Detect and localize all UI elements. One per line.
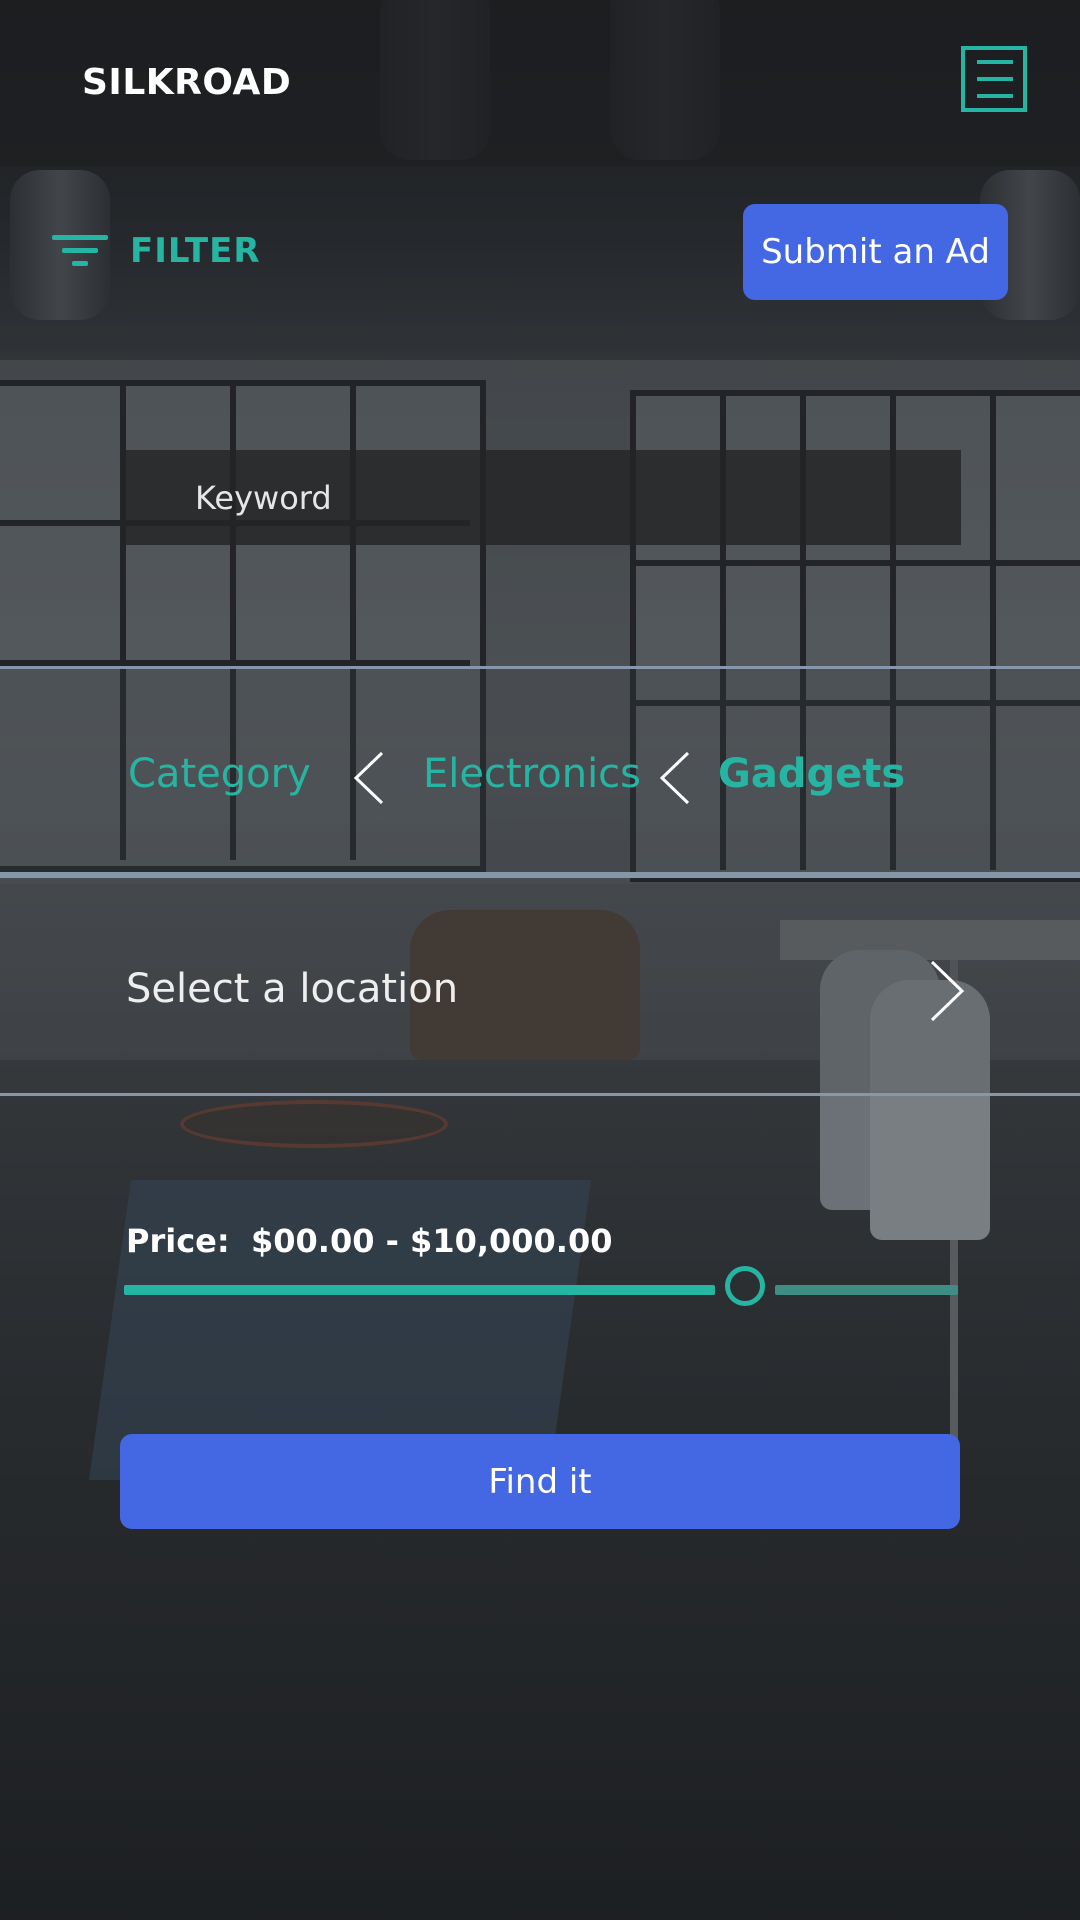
crumb-electronics[interactable]: Electronics (423, 751, 641, 797)
crumb-category[interactable]: Category (128, 751, 311, 797)
location-label: Select a location (126, 966, 459, 1012)
top-header: SILKROAD (0, 0, 1080, 166)
chevron-left-icon (353, 751, 384, 805)
hamburger-menu-icon-bar (977, 77, 1013, 81)
menu-button[interactable] (961, 46, 1027, 112)
submit-ad-button[interactable]: Submit an Ad (743, 204, 1008, 300)
chevron-left-icon (659, 751, 690, 805)
price-range-value: $00.00 - $10,000.00 (251, 1222, 613, 1260)
brand-logo[interactable]: SILKROAD (82, 62, 291, 103)
keyword-input[interactable] (121, 450, 961, 545)
location-selector[interactable]: Select a location (0, 884, 1080, 1096)
filter-toggle[interactable]: FILTER (52, 226, 261, 276)
chevron-right-icon (930, 960, 965, 1022)
crumb-gadgets[interactable]: Gadgets (718, 751, 905, 797)
hamburger-menu-icon (977, 60, 1013, 64)
price-slider[interactable] (124, 1260, 958, 1320)
filter-label: FILTER (130, 231, 261, 271)
price-slider-fill (124, 1285, 715, 1295)
price-slider-track (775, 1285, 958, 1295)
hamburger-menu-icon-bar (977, 94, 1013, 98)
filter-icon (52, 231, 108, 271)
find-it-button[interactable]: Find it (120, 1434, 960, 1529)
price-slider-thumb[interactable] (725, 1266, 765, 1306)
category-breadcrumb: Category Electronics Gadgets (0, 666, 1080, 878)
price-label: Price: (126, 1222, 230, 1260)
